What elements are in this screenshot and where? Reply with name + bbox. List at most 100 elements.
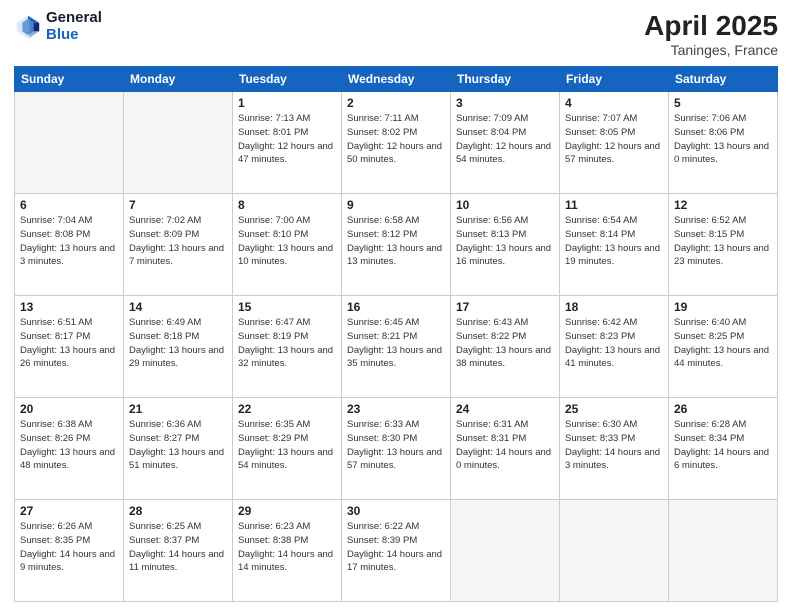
calendar-week-row: 13 Sunrise: 6:51 AMSunset: 8:17 PMDaylig…	[15, 296, 778, 398]
col-monday: Monday	[124, 67, 233, 92]
day-info: Sunrise: 6:22 AMSunset: 8:39 PMDaylight:…	[347, 521, 442, 573]
day-info: Sunrise: 6:58 AMSunset: 8:12 PMDaylight:…	[347, 215, 442, 267]
day-number: 17	[456, 300, 554, 314]
calendar-cell: 16 Sunrise: 6:45 AMSunset: 8:21 PMDaylig…	[342, 296, 451, 398]
header: General Blue April 2025 Taninges, France	[14, 10, 778, 58]
day-info: Sunrise: 6:45 AMSunset: 8:21 PMDaylight:…	[347, 317, 442, 369]
calendar-cell: 11 Sunrise: 6:54 AMSunset: 8:14 PMDaylig…	[560, 194, 669, 296]
calendar-cell: 21 Sunrise: 6:36 AMSunset: 8:27 PMDaylig…	[124, 398, 233, 500]
day-info: Sunrise: 6:35 AMSunset: 8:29 PMDaylight:…	[238, 419, 333, 471]
calendar-table: Sunday Monday Tuesday Wednesday Thursday…	[14, 66, 778, 602]
col-saturday: Saturday	[669, 67, 778, 92]
calendar-header-row: Sunday Monday Tuesday Wednesday Thursday…	[15, 67, 778, 92]
day-number: 24	[456, 402, 554, 416]
day-info: Sunrise: 6:47 AMSunset: 8:19 PMDaylight:…	[238, 317, 333, 369]
day-number: 14	[129, 300, 227, 314]
day-info: Sunrise: 6:52 AMSunset: 8:15 PMDaylight:…	[674, 215, 769, 267]
day-info: Sunrise: 6:56 AMSunset: 8:13 PMDaylight:…	[456, 215, 551, 267]
day-number: 9	[347, 198, 445, 212]
logo-blue-text: Blue	[46, 27, 102, 44]
day-number: 27	[20, 504, 118, 518]
day-number: 28	[129, 504, 227, 518]
calendar-cell	[669, 500, 778, 602]
calendar-cell: 3 Sunrise: 7:09 AMSunset: 8:04 PMDayligh…	[451, 92, 560, 194]
calendar-cell: 5 Sunrise: 7:06 AMSunset: 8:06 PMDayligh…	[669, 92, 778, 194]
col-friday: Friday	[560, 67, 669, 92]
calendar-cell: 15 Sunrise: 6:47 AMSunset: 8:19 PMDaylig…	[233, 296, 342, 398]
day-number: 20	[20, 402, 118, 416]
calendar-cell: 7 Sunrise: 7:02 AMSunset: 8:09 PMDayligh…	[124, 194, 233, 296]
calendar-cell: 19 Sunrise: 6:40 AMSunset: 8:25 PMDaylig…	[669, 296, 778, 398]
calendar-week-row: 20 Sunrise: 6:38 AMSunset: 8:26 PMDaylig…	[15, 398, 778, 500]
day-number: 8	[238, 198, 336, 212]
day-number: 15	[238, 300, 336, 314]
calendar-cell: 29 Sunrise: 6:23 AMSunset: 8:38 PMDaylig…	[233, 500, 342, 602]
day-info: Sunrise: 6:40 AMSunset: 8:25 PMDaylight:…	[674, 317, 769, 369]
day-info: Sunrise: 6:54 AMSunset: 8:14 PMDaylight:…	[565, 215, 660, 267]
day-number: 6	[20, 198, 118, 212]
calendar-week-row: 6 Sunrise: 7:04 AMSunset: 8:08 PMDayligh…	[15, 194, 778, 296]
calendar-cell	[451, 500, 560, 602]
day-info: Sunrise: 6:28 AMSunset: 8:34 PMDaylight:…	[674, 419, 769, 471]
day-number: 2	[347, 96, 445, 110]
col-sunday: Sunday	[15, 67, 124, 92]
calendar-cell	[15, 92, 124, 194]
day-info: Sunrise: 6:51 AMSunset: 8:17 PMDaylight:…	[20, 317, 115, 369]
title-month: April 2025	[644, 10, 778, 42]
calendar-cell	[560, 500, 669, 602]
calendar-cell: 9 Sunrise: 6:58 AMSunset: 8:12 PMDayligh…	[342, 194, 451, 296]
day-info: Sunrise: 6:25 AMSunset: 8:37 PMDaylight:…	[129, 521, 224, 573]
day-number: 29	[238, 504, 336, 518]
calendar-cell: 24 Sunrise: 6:31 AMSunset: 8:31 PMDaylig…	[451, 398, 560, 500]
day-info: Sunrise: 6:23 AMSunset: 8:38 PMDaylight:…	[238, 521, 333, 573]
day-info: Sunrise: 6:31 AMSunset: 8:31 PMDaylight:…	[456, 419, 551, 471]
calendar-cell: 12 Sunrise: 6:52 AMSunset: 8:15 PMDaylig…	[669, 194, 778, 296]
calendar-cell: 14 Sunrise: 6:49 AMSunset: 8:18 PMDaylig…	[124, 296, 233, 398]
col-thursday: Thursday	[451, 67, 560, 92]
day-info: Sunrise: 6:36 AMSunset: 8:27 PMDaylight:…	[129, 419, 224, 471]
day-number: 25	[565, 402, 663, 416]
day-number: 23	[347, 402, 445, 416]
day-number: 4	[565, 96, 663, 110]
day-info: Sunrise: 6:43 AMSunset: 8:22 PMDaylight:…	[456, 317, 551, 369]
calendar-cell: 17 Sunrise: 6:43 AMSunset: 8:22 PMDaylig…	[451, 296, 560, 398]
day-number: 22	[238, 402, 336, 416]
day-number: 12	[674, 198, 772, 212]
day-info: Sunrise: 7:09 AMSunset: 8:04 PMDaylight:…	[456, 113, 551, 165]
page: General Blue April 2025 Taninges, France…	[0, 0, 792, 612]
calendar-cell: 25 Sunrise: 6:30 AMSunset: 8:33 PMDaylig…	[560, 398, 669, 500]
day-info: Sunrise: 6:38 AMSunset: 8:26 PMDaylight:…	[20, 419, 115, 471]
day-info: Sunrise: 7:13 AMSunset: 8:01 PMDaylight:…	[238, 113, 333, 165]
day-info: Sunrise: 6:42 AMSunset: 8:23 PMDaylight:…	[565, 317, 660, 369]
day-number: 19	[674, 300, 772, 314]
day-info: Sunrise: 7:04 AMSunset: 8:08 PMDaylight:…	[20, 215, 115, 267]
day-info: Sunrise: 7:07 AMSunset: 8:05 PMDaylight:…	[565, 113, 660, 165]
calendar-cell	[124, 92, 233, 194]
logo-general-text: General	[46, 10, 102, 27]
title-area: April 2025 Taninges, France	[644, 10, 778, 58]
calendar-cell: 26 Sunrise: 6:28 AMSunset: 8:34 PMDaylig…	[669, 398, 778, 500]
day-info: Sunrise: 7:11 AMSunset: 8:02 PMDaylight:…	[347, 113, 442, 165]
calendar-cell: 27 Sunrise: 6:26 AMSunset: 8:35 PMDaylig…	[15, 500, 124, 602]
day-info: Sunrise: 7:06 AMSunset: 8:06 PMDaylight:…	[674, 113, 769, 165]
day-number: 18	[565, 300, 663, 314]
calendar-cell: 20 Sunrise: 6:38 AMSunset: 8:26 PMDaylig…	[15, 398, 124, 500]
calendar-cell: 28 Sunrise: 6:25 AMSunset: 8:37 PMDaylig…	[124, 500, 233, 602]
col-tuesday: Tuesday	[233, 67, 342, 92]
calendar-cell: 18 Sunrise: 6:42 AMSunset: 8:23 PMDaylig…	[560, 296, 669, 398]
day-info: Sunrise: 7:02 AMSunset: 8:09 PMDaylight:…	[129, 215, 224, 267]
calendar-cell: 6 Sunrise: 7:04 AMSunset: 8:08 PMDayligh…	[15, 194, 124, 296]
logo-text: General Blue	[46, 10, 102, 43]
day-number: 21	[129, 402, 227, 416]
calendar-cell: 23 Sunrise: 6:33 AMSunset: 8:30 PMDaylig…	[342, 398, 451, 500]
day-info: Sunrise: 6:26 AMSunset: 8:35 PMDaylight:…	[20, 521, 115, 573]
day-info: Sunrise: 7:00 AMSunset: 8:10 PMDaylight:…	[238, 215, 333, 267]
day-number: 26	[674, 402, 772, 416]
day-number: 11	[565, 198, 663, 212]
day-number: 5	[674, 96, 772, 110]
day-info: Sunrise: 6:30 AMSunset: 8:33 PMDaylight:…	[565, 419, 660, 471]
calendar-cell: 4 Sunrise: 7:07 AMSunset: 8:05 PMDayligh…	[560, 92, 669, 194]
calendar-cell: 1 Sunrise: 7:13 AMSunset: 8:01 PMDayligh…	[233, 92, 342, 194]
day-number: 13	[20, 300, 118, 314]
day-number: 16	[347, 300, 445, 314]
